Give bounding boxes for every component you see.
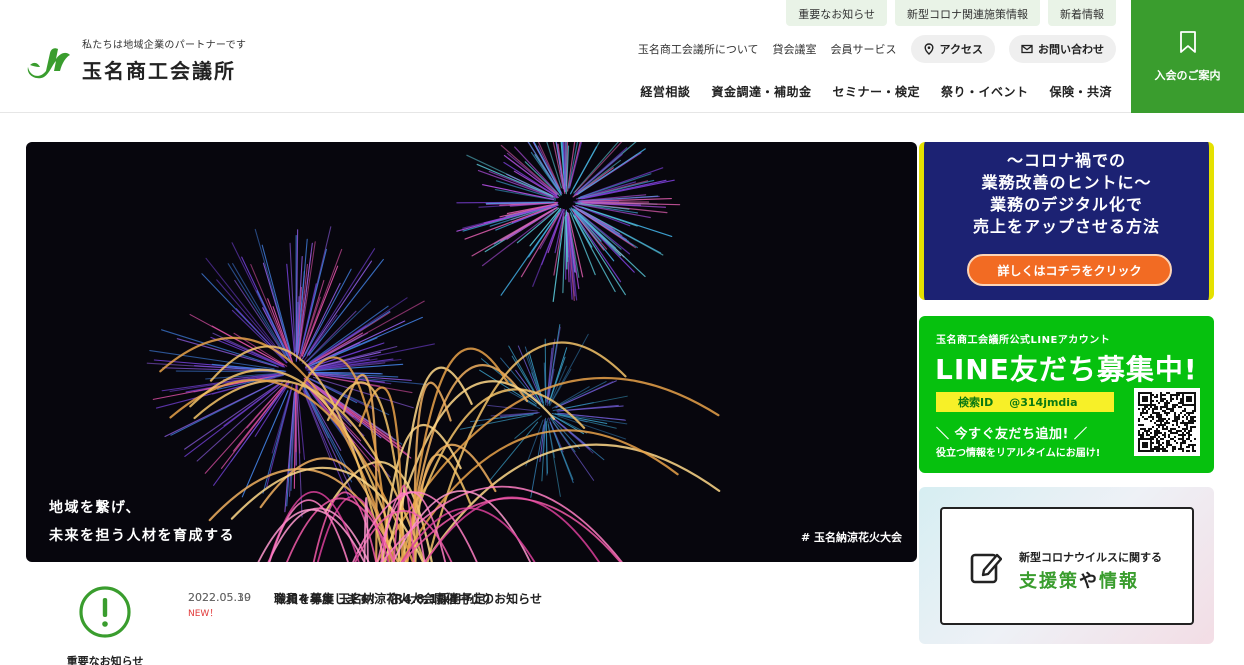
utility-nav: 重要なお知らせ 新型コロナ関連施策情報 新着情報 <box>786 0 1116 26</box>
nav-link-rental-rooms[interactable]: 貸会議室 <box>773 41 817 57</box>
banner-digitalization-line1: ～コロナ禍での <box>1006 151 1126 170</box>
hero-copy-line1: 地域を繋げ、 <box>49 500 142 516</box>
banner-digitalization-button[interactable]: 詳しくはコチラをクリック <box>967 254 1172 286</box>
line-search-id: 検索ID @314jmdia <box>936 392 1114 412</box>
map-pin-icon <box>924 43 934 55</box>
logo-mark-icon <box>27 48 70 79</box>
mail-icon <box>1021 44 1033 54</box>
support-big-part3: 情報 <box>1099 571 1139 592</box>
hero-caption: # 玉名納涼花火大会 <box>800 531 902 544</box>
main-nav-events[interactable]: 祭り・イベント <box>941 83 1029 100</box>
join-button-label: 入会のご案内 <box>1154 68 1221 82</box>
line-realtime-text: 役立つ情報をリアルタイムにお届け! <box>936 448 1101 459</box>
nav-link-about[interactable]: 玉名商工会議所について <box>638 41 759 57</box>
banner-digitalization-line3: 業務のデジタル化で <box>990 195 1143 214</box>
site-logo[interactable]: 私たちは地域企業のパートナーです 玉名商工会議所 <box>26 36 246 84</box>
top-link-important-notices[interactable]: 重要なお知らせ <box>786 0 887 26</box>
support-small-text: 新型コロナウイルスに関する <box>1019 551 1162 564</box>
secondary-nav: 玉名商工会議所について 貸会議室 会員サービス アクセス お問い合わせ <box>638 35 1116 63</box>
banner-digitalization-line2: 業務改善のヒントに～ <box>981 173 1152 192</box>
edit-note-icon <box>970 553 1002 584</box>
news-date: 2022.05.19 <box>188 591 251 604</box>
exclamation-circle-icon <box>79 586 131 638</box>
banner-line-account[interactable]: 玉名商工会議所公式LINEアカウント LINE友だち募集中! 検索ID @314… <box>919 316 1214 473</box>
access-button-label: アクセス <box>939 43 983 56</box>
important-notices-heading: 重要なお知らせ <box>50 585 160 665</box>
main-nav-consulting[interactable]: 経営相談 <box>640 83 690 100</box>
banner-covid-support[interactable]: 新型コロナウイルスに関する 支援策や情報 <box>919 487 1214 644</box>
news-new-badge: NEW！ <box>188 609 219 619</box>
main-nav-insurance[interactable]: 保険・共済 <box>1049 83 1112 100</box>
hero-copy: 地域を繋げ、 未来を担う人材を育成する <box>49 494 235 550</box>
top-link-covid-info[interactable]: 新型コロナ関連施策情報 <box>895 0 1040 26</box>
logo-tagline: 私たちは地域企業のパートナーです <box>82 40 247 51</box>
bookmark-icon <box>1179 30 1196 53</box>
line-search-id-value: @314jmdia <box>1009 395 1078 409</box>
access-button[interactable]: アクセス <box>910 35 995 63</box>
news-title: 令和４年度 玉名納涼花火大会開催中止のお知らせ <box>274 592 542 606</box>
banner-digitalization-text: ～コロナ禍での 業務改善のヒントに～ 業務のデジタル化で 売上をアップさせる方法 <box>924 150 1209 238</box>
line-search-id-label: 検索ID <box>958 396 994 409</box>
banner-digitalization[interactable]: ～コロナ禍での 業務改善のヒントに～ 業務のデジタル化で 売上をアップさせる方法… <box>919 142 1214 300</box>
join-button[interactable]: 入会のご案内 <box>1131 0 1244 113</box>
line-banner-title: LINE友だち募集中! <box>935 353 1198 386</box>
hero-slider[interactable]: 地域を繋げ、 未来を担う人材を育成する # 玉名納涼花火大会 <box>26 142 917 562</box>
banner-digitalization-line4: 売上をアップさせる方法 <box>972 217 1160 236</box>
line-banner-subtitle: 玉名商工会議所公式LINEアカウント <box>936 335 1111 346</box>
hero-copy-line2: 未来を担う人材を育成する <box>49 528 235 544</box>
logo-org-name: 玉名商工会議所 <box>82 59 236 83</box>
contact-button-label: お問い合わせ <box>1038 43 1104 56</box>
top-link-news[interactable]: 新着情報 <box>1048 0 1116 26</box>
support-big-part2: や <box>1079 571 1099 592</box>
main-nav-funding[interactable]: 資金調達・補助金 <box>711 83 811 100</box>
support-card: 新型コロナウイルスに関する 支援策や情報 <box>940 507 1194 625</box>
support-big-part1: 支援策 <box>1019 571 1079 592</box>
qr-code-icon <box>1134 388 1200 456</box>
important-notices-label: 重要なお知らせ <box>66 655 144 665</box>
line-add-friend-text: ＼ 今すぐ友だち追加! ／ <box>936 427 1088 442</box>
nav-link-member-services[interactable]: 会員サービス <box>831 41 897 57</box>
main-nav-seminars[interactable]: セミナー・検定 <box>832 83 920 100</box>
site-header: 私たちは地域企業のパートナーです 玉名商工会議所 重要なお知らせ 新型コロナ関連… <box>0 0 1244 113</box>
support-big-text: 支援策や情報 <box>1019 567 1139 593</box>
contact-button[interactable]: お問い合わせ <box>1009 35 1116 63</box>
main-nav: 経営相談 資金調達・補助金 セミナー・検定 祭り・イベント 保険・共済 <box>640 83 1112 100</box>
